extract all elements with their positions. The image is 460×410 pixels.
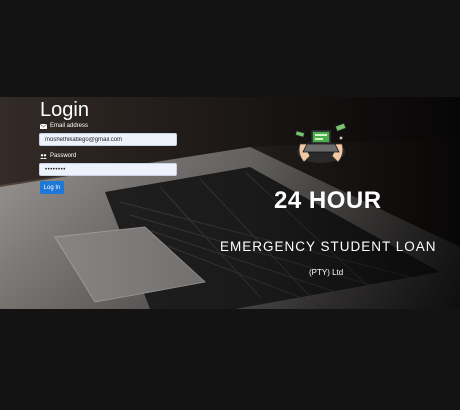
login-title: Login: [40, 99, 89, 121]
brand-subheadline: EMERGENCY STUDENT LOAN: [220, 239, 437, 254]
student-laptop-money-icon: [295, 123, 347, 163]
email-input[interactable]: [39, 133, 177, 146]
bottom-letterbox: [0, 309, 460, 410]
company-suffix: (PTY) Ltd: [309, 268, 344, 277]
password-label: Password: [40, 153, 76, 159]
email-label: Email address: [40, 123, 88, 129]
password-input[interactable]: [39, 163, 177, 176]
brand-headline: 24 HOUR: [274, 187, 382, 214]
envelope-icon: [40, 123, 47, 129]
top-letterbox: [0, 0, 460, 97]
users-icon: [40, 153, 47, 159]
log-in-button[interactable]: Log In: [40, 181, 64, 194]
password-label-text: Password: [50, 153, 77, 159]
email-label-text: Email address: [50, 123, 89, 129]
